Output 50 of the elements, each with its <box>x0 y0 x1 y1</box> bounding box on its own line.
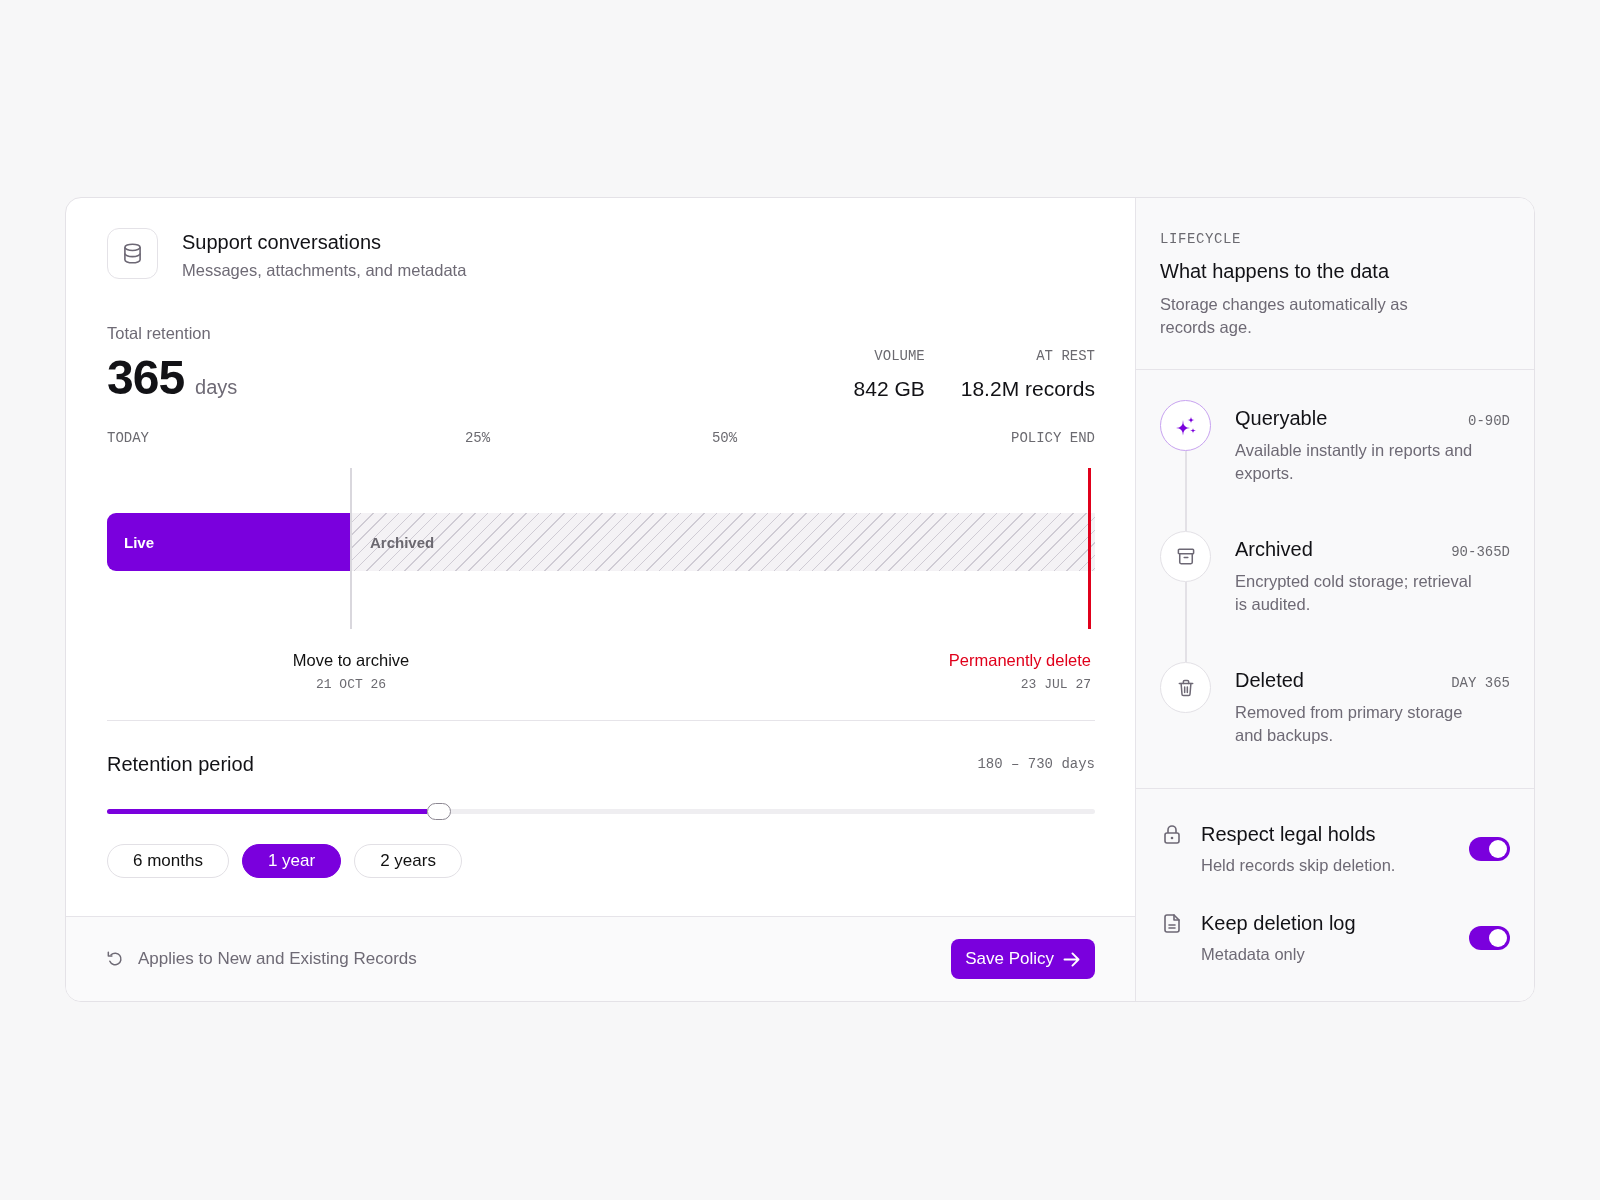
stage-range: 90-365D <box>1451 544 1510 560</box>
live-segment: Live <box>107 513 352 571</box>
marker-date: 21 OCT 26 <box>314 677 388 693</box>
stage-title: Archived <box>1235 537 1313 561</box>
marker-label: Permanently delete <box>948 650 1091 670</box>
axis-label: 25% <box>464 430 491 446</box>
save-button[interactable]: Save Policy <box>951 939 1095 979</box>
stage-description: Encrypted cold storage; retrieval is audited. <box>1235 571 1473 615</box>
axis-label: 50% <box>711 430 738 446</box>
marker-label: Move to archive <box>292 650 410 670</box>
toggle-switch[interactable] <box>1469 837 1510 861</box>
panel-title: What happens to the data <box>1160 259 1391 283</box>
dataset-subtitle: Messages, attachments, and metadata <box>182 260 467 281</box>
stage-description: Removed from primary storage and backups. <box>1235 702 1464 746</box>
document-icon <box>1164 914 1180 933</box>
preset-chip[interactable]: 2 years <box>354 844 462 878</box>
arrow-right-icon <box>1063 951 1080 967</box>
dataset-title: Support conversations <box>182 230 382 255</box>
stage-title: Deleted <box>1235 668 1304 692</box>
database-icon <box>107 228 158 279</box>
setting-title: Keep deletion log <box>1201 911 1357 935</box>
setting-description: Metadata only <box>1201 944 1306 965</box>
axis-label: POLICY END <box>1011 430 1095 446</box>
preset-chip[interactable]: 6 months <box>107 844 229 878</box>
axis-label: TODAY <box>107 430 149 446</box>
archived-label: Archived <box>370 533 435 551</box>
total-retention-label: Total retention <box>107 323 212 343</box>
total-retention-value: 365 <box>107 352 185 404</box>
lock-icon <box>1164 825 1180 844</box>
stage-description: Available instantly in reports and exports. <box>1235 440 1474 484</box>
setting-description: Held records skip deletion. <box>1201 855 1397 876</box>
stat-label: VOLUME <box>873 347 925 365</box>
stat-value: 18.2M records <box>960 376 1095 402</box>
section-eyebrow: LIFECYCLE <box>1160 231 1242 247</box>
marker-date: 23 JUL 27 <box>1019 677 1091 693</box>
refresh-icon <box>107 951 123 967</box>
section-title: Retention period <box>107 752 254 776</box>
toggle-switch[interactable] <box>1469 926 1510 950</box>
stat-label: AT REST <box>1035 347 1095 365</box>
stage-title: Queryable <box>1235 406 1328 430</box>
stat-value: 842 GB <box>853 376 925 402</box>
range-label: 180 – 730 days <box>977 756 1095 772</box>
total-retention-unit: days <box>195 376 238 399</box>
slider-thumb[interactable] <box>426 802 451 820</box>
preset-chip[interactable]: 1 year <box>241 844 342 878</box>
stage-range: DAY 365 <box>1451 675 1510 691</box>
footer-note: Applies to New and Existing Records <box>138 949 417 969</box>
setting-title: Respect legal holds <box>1201 822 1377 846</box>
panel-description: Storage changes automatically as records age. <box>1160 294 1409 338</box>
stage-range: 0-90D <box>1468 413 1510 429</box>
